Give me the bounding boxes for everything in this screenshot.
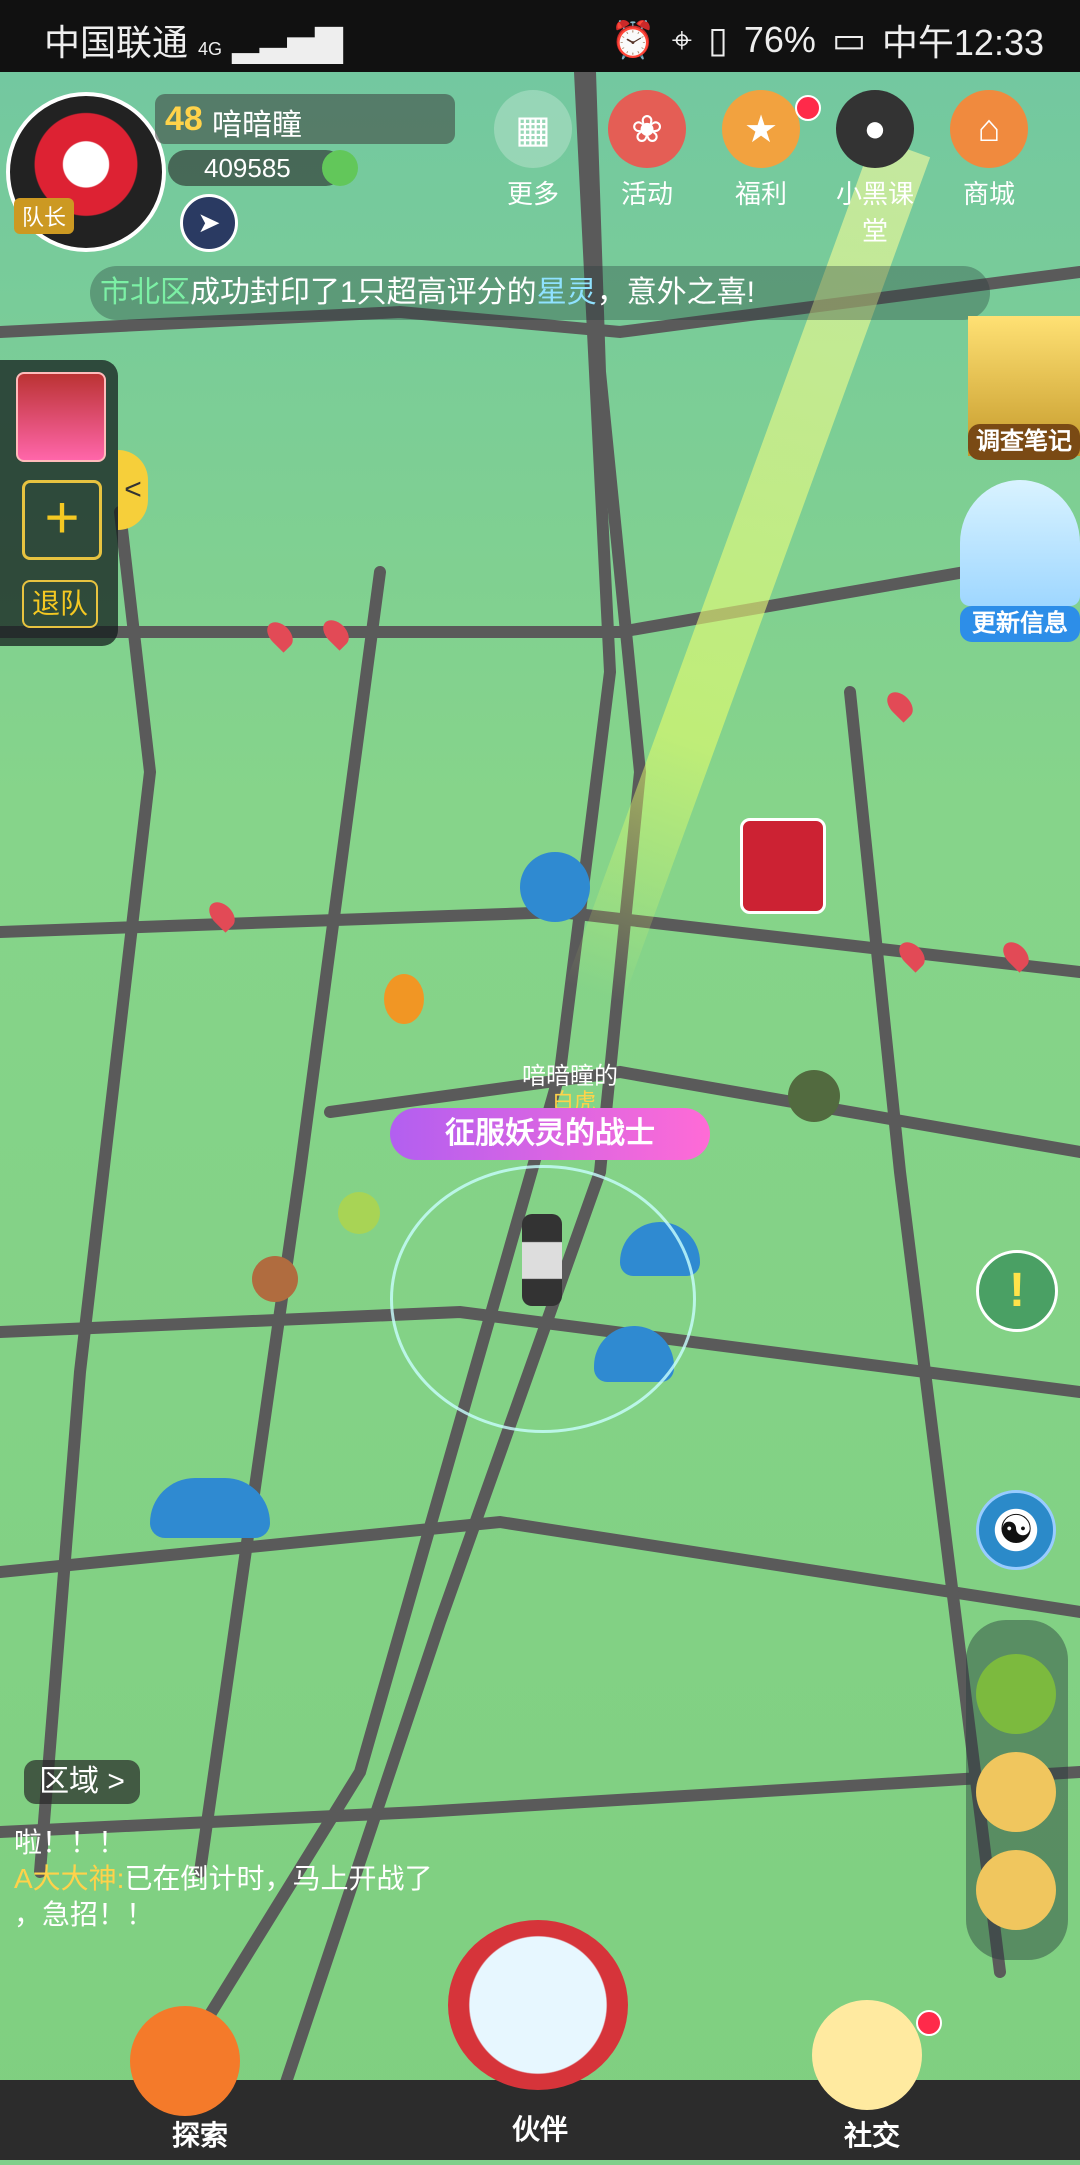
menu-shop[interactable]: ⌂ 商城 [946,90,1032,248]
add-member-button[interactable]: + [22,480,102,560]
chat-box[interactable]: 啦！！！ A大大神:已在倒计时，马上开战了 ，急招！！ [14,1825,432,1933]
chat-line: ，急招！！ [14,1899,155,1930]
lion-dance-icon: ❀ [608,90,686,168]
battery-icon: ▭ [831,19,866,60]
boss-marker[interactable] [740,818,826,914]
notification-dot [916,2010,942,2036]
player-character[interactable] [522,1214,562,1306]
menu-label: 活动 [620,179,673,209]
menu-more[interactable]: ▦ 更多 [490,90,576,248]
region-button[interactable]: 区域 > [24,1760,140,1804]
title-tag[interactable]: 征服妖灵的战士 [390,1108,710,1160]
player-level: 48 [165,100,203,138]
map-pin-icon [130,2006,240,2116]
wechat-icon[interactable] [322,150,358,186]
creature-blue-bird[interactable] [520,852,590,922]
team-member-avatar[interactable] [16,372,106,462]
menu-classroom[interactable]: ● 小黑课堂 [832,90,918,248]
alert-icon[interactable]: ! [976,1250,1058,1332]
ticker-text-end: ，意外之喜! [596,276,756,309]
rabbit-icon[interactable] [960,480,1080,606]
location-icon: ⌖ [671,18,693,60]
creature-forest-spirit[interactable] [788,1070,840,1122]
creature-deer[interactable] [252,1256,298,1302]
menu-welfare[interactable]: ★ 福利 [718,90,804,248]
player-name: 喑暗瞳 [212,109,302,142]
pet-slot[interactable] [976,1752,1056,1832]
battery-percent: 76% [743,19,816,60]
carrier-label: 中国联通 [44,22,189,63]
menu-activity[interactable]: ❀ 活动 [604,90,690,248]
pet-slot[interactable] [976,1654,1056,1734]
chat-speaker: A大大神: [14,1863,125,1894]
ticker-text: 成功封印了1只超高评分的 [190,276,537,309]
shop-icon: ⌂ [950,90,1028,168]
creature-fire-imp[interactable] [384,974,424,1024]
coin-counter: 409585 [168,150,344,186]
signal-icon: ▂▃▅▇ [232,22,343,63]
captain-badge: 队长 [14,198,75,234]
notification-dot [795,95,821,121]
gift-box-icon: ★ [722,90,800,168]
update-info-button[interactable]: 更新信息 [960,606,1080,642]
menu-label: 小黑课堂 [835,179,914,246]
black-creature-icon: ● [836,90,914,168]
creature-green-sprite[interactable] [338,1192,380,1234]
carrier-name: 中国联通 4G ▂▃▅▇ [44,14,343,66]
menu-label: 更多 [506,179,559,209]
quit-team-button[interactable]: 退队 [22,580,98,628]
ticker-highlight: 星灵 [536,276,597,309]
network-type: 4G [198,39,223,59]
status-right: ⏰ ⌖ ▯ 76% ▭ 中午12:33 [611,14,1044,66]
creature-blue-bird[interactable] [150,1478,270,1538]
grid-icon: ▦ [494,90,572,168]
chat-line: 啦！！！ [14,1827,127,1858]
menu-label: 福利 [734,179,787,209]
alarm-icon: ⏰ [610,19,656,60]
clock: 中午12:33 [881,22,1044,63]
nav-companion[interactable]: 伙伴 [500,2108,580,2148]
ticker-district: 市北区 [100,276,190,309]
status-bar: 中国联通 4G ▂▃▅▇ ⏰ ⌖ ▯ 76% ▭ 中午12:33 [0,0,1080,72]
news-ticker: 市北区成功封印了1只超高评分的星灵，意外之喜! [90,266,990,320]
companion-icon [448,1920,628,2090]
chat-line: 已在倒计时，马上开战了 [124,1863,433,1894]
menu-label: 商城 [962,179,1015,209]
vibrate-icon: ▯ [708,19,728,60]
notebook-button[interactable]: 调查笔记 [968,424,1080,460]
social-icon [812,2000,922,2110]
coin-value: 409585 [204,153,291,183]
top-menu: ▦ 更多 ❀ 活动 ★ 福利 ● 小黑课堂 ⌂ 商城 [490,90,1032,248]
compass-icon[interactable]: ➤ [180,194,238,252]
nav-explore[interactable]: 探索 [160,2114,240,2154]
pet-slot[interactable] [976,1850,1056,1930]
nav-social[interactable]: 社交 [832,2114,912,2154]
taiji-icon[interactable]: ☯ [976,1490,1056,1570]
